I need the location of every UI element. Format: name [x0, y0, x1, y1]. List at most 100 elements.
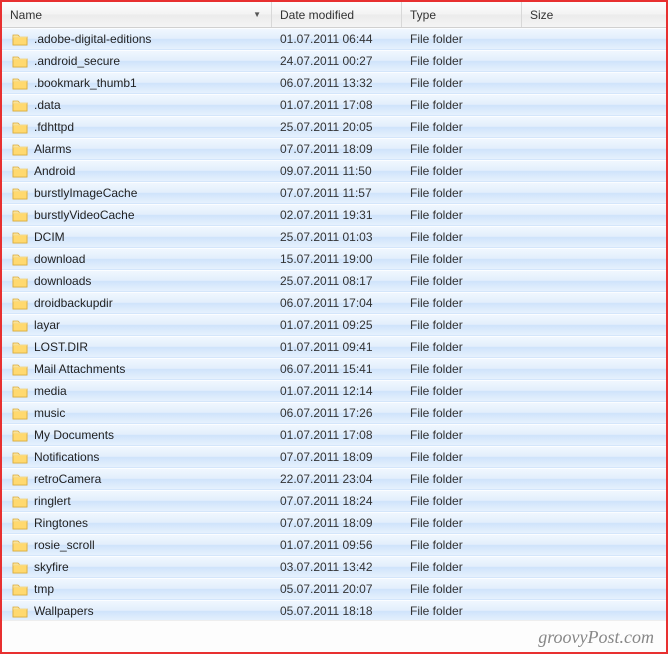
column-header-row: Name ▼ Date modified Type Size	[2, 2, 666, 28]
file-name-label: music	[34, 406, 65, 420]
file-type-cell: File folder	[402, 406, 522, 420]
file-row[interactable]: droidbackupdir06.07.2011 17:04File folde…	[2, 292, 666, 314]
file-date-cell: 01.07.2011 06:44	[272, 32, 402, 46]
file-type-cell: File folder	[402, 538, 522, 552]
folder-icon	[12, 494, 28, 508]
file-name-cell: .fdhttpd	[2, 120, 272, 134]
column-header-name[interactable]: Name ▼	[2, 2, 272, 27]
folder-icon	[12, 450, 28, 464]
file-row[interactable]: .android_secure 24.07.2011 00:27File fold…	[2, 50, 666, 72]
file-date-cell: 01.07.2011 09:25	[272, 318, 402, 332]
file-row[interactable]: downloads25.07.2011 08:17File folder	[2, 270, 666, 292]
file-name-cell: Alarms	[2, 142, 272, 156]
file-type-cell: File folder	[402, 164, 522, 178]
file-name-cell: burstlyImageCache	[2, 186, 272, 200]
file-date-cell: 07.07.2011 18:09	[272, 450, 402, 464]
file-row[interactable]: .data01.07.2011 17:08File folder	[2, 94, 666, 116]
file-name-label: .data	[34, 98, 61, 112]
file-date-cell: 09.07.2011 11:50	[272, 164, 402, 178]
file-type-cell: File folder	[402, 318, 522, 332]
file-name-label: .android_secure	[34, 54, 120, 68]
column-header-type[interactable]: Type	[402, 2, 522, 27]
folder-icon	[12, 582, 28, 596]
file-name-label: downloads	[34, 274, 91, 288]
file-type-cell: File folder	[402, 516, 522, 530]
file-type-cell: File folder	[402, 428, 522, 442]
column-header-date[interactable]: Date modified	[272, 2, 402, 27]
file-type-cell: File folder	[402, 54, 522, 68]
file-date-cell: 07.07.2011 18:09	[272, 142, 402, 156]
file-name-cell: .bookmark_thumb1	[2, 76, 272, 90]
column-header-date-label: Date modified	[280, 8, 354, 22]
file-row[interactable]: LOST.DIR01.07.2011 09:41File folder	[2, 336, 666, 358]
folder-icon	[12, 560, 28, 574]
file-row[interactable]: Android09.07.2011 11:50File folder	[2, 160, 666, 182]
file-name-label: droidbackupdir	[34, 296, 113, 310]
column-header-size[interactable]: Size	[522, 2, 666, 27]
file-row[interactable]: media01.07.2011 12:14File folder	[2, 380, 666, 402]
file-name-label: LOST.DIR	[34, 340, 88, 354]
file-date-cell: 24.07.2011 00:27	[272, 54, 402, 68]
file-name-label: .adobe-digital-editions	[34, 32, 151, 46]
file-name-cell: rosie_scroll	[2, 538, 272, 552]
file-name-label: ringlert	[34, 494, 71, 508]
folder-icon	[12, 538, 28, 552]
file-name-cell: .data	[2, 98, 272, 112]
file-row[interactable]: burstlyVideoCache02.07.2011 19:31File fo…	[2, 204, 666, 226]
file-type-cell: File folder	[402, 560, 522, 574]
file-row[interactable]: .adobe-digital-editions 01.07.2011 06:44F…	[2, 28, 666, 50]
file-date-cell: 01.07.2011 17:08	[272, 428, 402, 442]
file-row[interactable]: .bookmark_thumb106.07.2011 13:32File fol…	[2, 72, 666, 94]
file-row[interactable]: .fdhttpd25.07.2011 20:05File folder	[2, 116, 666, 138]
file-date-cell: 02.07.2011 19:31	[272, 208, 402, 222]
folder-icon	[12, 32, 28, 46]
file-row[interactable]: burstlyImageCache07.07.2011 11:57File fo…	[2, 182, 666, 204]
file-row[interactable]: ringlert07.07.2011 18:24File folder	[2, 490, 666, 512]
file-date-cell: 07.07.2011 18:24	[272, 494, 402, 508]
file-date-cell: 05.07.2011 18:18	[272, 604, 402, 618]
folder-icon	[12, 296, 28, 310]
folder-icon	[12, 164, 28, 178]
file-row[interactable]: Ringtones07.07.2011 18:09File folder	[2, 512, 666, 534]
file-row[interactable]: retroCamera22.07.2011 23:04File folder	[2, 468, 666, 490]
file-date-cell: 01.07.2011 09:41	[272, 340, 402, 354]
file-name-cell: burstlyVideoCache	[2, 208, 272, 222]
file-row[interactable]: download15.07.2011 19:00File folder	[2, 248, 666, 270]
watermark: groovyPost.com	[2, 620, 666, 652]
file-row[interactable]: Alarms07.07.2011 18:09File folder	[2, 138, 666, 160]
folder-icon	[12, 604, 28, 618]
file-name-cell: skyfire	[2, 560, 272, 574]
file-name-label: My Documents	[34, 428, 114, 442]
file-date-cell: 01.07.2011 17:08	[272, 98, 402, 112]
file-name-cell: .android_secure	[2, 54, 272, 68]
file-name-cell: droidbackupdir	[2, 296, 272, 310]
folder-icon	[12, 208, 28, 222]
file-row[interactable]: rosie_scroll01.07.2011 09:56File folder	[2, 534, 666, 556]
file-name-cell: Notifications	[2, 450, 272, 464]
file-row[interactable]: My Documents 01.07.2011 17:08File folder	[2, 424, 666, 446]
file-type-cell: File folder	[402, 142, 522, 156]
file-row[interactable]: Notifications07.07.2011 18:09File folder	[2, 446, 666, 468]
file-row[interactable]: Wallpapers05.07.2011 18:18File folder	[2, 600, 666, 620]
file-row[interactable]: tmp05.07.2011 20:07File folder	[2, 578, 666, 600]
file-name-cell: Android	[2, 164, 272, 178]
file-type-cell: File folder	[402, 384, 522, 398]
file-row[interactable]: Mail Attachments06.07.2011 15:41File fol…	[2, 358, 666, 380]
file-row[interactable]: skyfire03.07.2011 13:42File folder	[2, 556, 666, 578]
file-name-label: download	[34, 252, 85, 266]
file-list[interactable]: .adobe-digital-editions01.07.2011 06:44F…	[2, 28, 666, 620]
file-row[interactable]: layar01.07.2011 09:25File folder	[2, 314, 666, 336]
folder-icon	[12, 76, 28, 90]
file-row[interactable]: DCIM25.07.2011 01:03File folder	[2, 226, 666, 248]
column-header-size-label: Size	[530, 8, 553, 22]
file-name-label: Wallpapers	[34, 604, 94, 618]
file-row[interactable]: music 06.07.2011 17:26File folder	[2, 402, 666, 424]
sort-indicator-icon: ▼	[253, 10, 261, 19]
file-name-cell: My Documents	[2, 428, 272, 442]
file-name-cell: retroCamera	[2, 472, 272, 486]
file-type-cell: File folder	[402, 32, 522, 46]
column-header-type-label: Type	[410, 8, 436, 22]
file-name-cell: media	[2, 384, 272, 398]
file-date-cell: 06.07.2011 17:26	[272, 406, 402, 420]
file-type-cell: File folder	[402, 120, 522, 134]
